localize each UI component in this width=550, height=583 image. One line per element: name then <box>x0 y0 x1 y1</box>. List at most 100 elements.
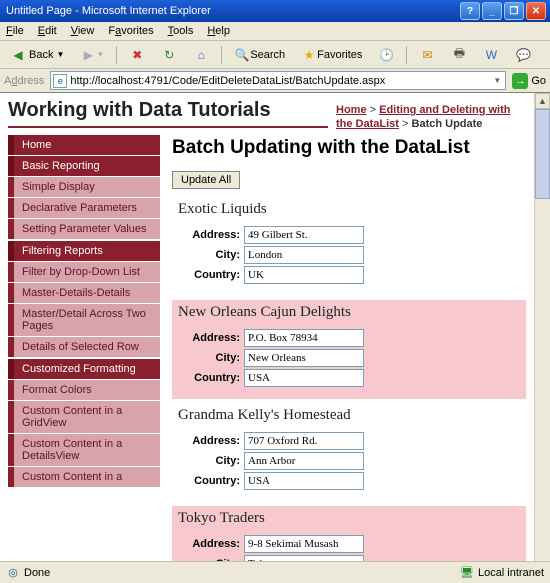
sidebar-item-master-details-details[interactable]: Master-Details-Details <box>8 283 160 303</box>
status-done: Done <box>24 567 50 579</box>
refresh-icon: ↻ <box>161 47 177 63</box>
address-input[interactable] <box>244 535 364 553</box>
refresh-button[interactable]: ↻ <box>155 44 183 66</box>
country-label: Country: <box>178 269 240 281</box>
update-all-button[interactable]: Update All <box>172 171 240 189</box>
sidebar-item-declarative-parameters[interactable]: Declarative Parameters <box>8 198 160 218</box>
record-item: Grandma Kelly's HomesteadAddress:City:Co… <box>172 403 526 502</box>
chevron-down-icon: ▼ <box>96 50 104 59</box>
record-name: New Orleans Cajun Delights <box>178 304 520 321</box>
address-input[interactable] <box>244 226 364 244</box>
help-button[interactable]: ? <box>460 2 480 20</box>
city-input[interactable] <box>244 452 364 470</box>
main-content: Batch Updating with the DataList Update … <box>166 135 526 561</box>
sidebar-item-filter-dropdown[interactable]: Filter by Drop-Down List <box>8 262 160 282</box>
status-bar: ◎ Done 🖥 Local intranet <box>0 561 550 583</box>
separator <box>116 46 117 64</box>
country-input[interactable] <box>244 266 364 284</box>
chevron-down-icon: ▼ <box>56 50 64 59</box>
history-icon: 🕑 <box>378 47 394 63</box>
record-name: Tokyo Traders <box>178 510 520 527</box>
separator <box>221 46 222 64</box>
address-input[interactable] <box>244 329 364 347</box>
breadcrumb: Home > Editing and Deleting with the Dat… <box>336 99 526 131</box>
print-button[interactable]: 🖶 <box>445 44 473 66</box>
address-label: Address: <box>178 229 240 241</box>
scroll-thumb[interactable] <box>535 109 550 199</box>
close-button[interactable]: ✕ <box>526 2 546 20</box>
menu-edit[interactable]: Edit <box>38 25 57 37</box>
print-icon: 🖶 <box>451 47 467 63</box>
forward-button[interactable]: ▶ ▼ <box>74 44 110 66</box>
sidebar-head-customized-formatting[interactable]: Customized Formatting <box>8 359 160 379</box>
address-input[interactable] <box>244 432 364 450</box>
mail-button[interactable]: ✉ <box>413 44 441 66</box>
forward-icon: ▶ <box>80 47 96 63</box>
go-button[interactable]: → Go <box>512 73 546 89</box>
scroll-up-arrow[interactable]: ▲ <box>535 93 550 109</box>
country-label: Country: <box>178 372 240 384</box>
viewport: ▲ Working with Data Tutorials Home > Edi… <box>0 93 550 561</box>
history-button[interactable]: 🕑 <box>372 44 400 66</box>
sidebar-item-home[interactable]: Home <box>8 135 160 155</box>
window-titlebar: Untitled Page - Microsoft Internet Explo… <box>0 0 550 22</box>
sidebar-item-details-selected-row[interactable]: Details of Selected Row <box>8 337 160 357</box>
mail-icon: ✉ <box>419 47 435 63</box>
page-icon: e <box>53 74 67 88</box>
edit-button[interactable]: W <box>477 44 505 66</box>
sidebar-item-custom-detailsview[interactable]: Custom Content in a DetailsView <box>8 434 160 466</box>
address-label: Address <box>4 75 44 87</box>
search-button[interactable]: 🔍 Search <box>228 44 291 66</box>
page-title: Batch Updating with the DataList <box>172 137 526 159</box>
discuss-button[interactable]: 💬 <box>509 44 537 66</box>
menu-favorites[interactable]: Favorites <box>108 25 153 37</box>
record-item: Exotic LiquidsAddress:City:Country: <box>172 197 526 296</box>
record-name: Grandma Kelly's Homestead <box>178 407 520 424</box>
favorites-button[interactable]: ★ Favorites <box>295 44 368 66</box>
sidebar-item-format-colors[interactable]: Format Colors <box>8 380 160 400</box>
record-item: Tokyo TradersAddress:City:Country: <box>172 506 526 561</box>
city-input[interactable] <box>244 246 364 264</box>
search-label: Search <box>250 49 285 61</box>
country-input[interactable] <box>244 369 364 387</box>
back-button[interactable]: ◀ Back ▼ <box>4 44 70 66</box>
crumb-current: Batch Update <box>412 118 483 130</box>
address-label: Address: <box>178 435 240 447</box>
minimize-button[interactable]: _ <box>482 2 502 20</box>
sidebar-item-simple-display[interactable]: Simple Display <box>8 177 160 197</box>
zone-icon: 🖥 <box>460 566 474 580</box>
sidebar-item-custom-partial[interactable]: Custom Content in a <box>8 467 160 487</box>
sidebar-item-master-detail-two-pages[interactable]: Master/Detail Across Two Pages <box>8 304 160 336</box>
country-label: Country: <box>178 475 240 487</box>
stop-button[interactable]: ✖ <box>123 44 151 66</box>
sidebar-item-setting-parameter-values[interactable]: Setting Parameter Values <box>8 219 160 239</box>
chevron-down-icon[interactable]: ▼ <box>491 76 503 85</box>
city-input[interactable] <box>244 349 364 367</box>
sidebar-head-basic-reporting[interactable]: Basic Reporting <box>8 156 160 176</box>
menu-tools[interactable]: Tools <box>168 25 194 37</box>
home-button[interactable]: ⌂ <box>187 44 215 66</box>
sidebar-item-custom-gridview[interactable]: Custom Content in a GridView <box>8 401 160 433</box>
menu-view[interactable]: View <box>71 25 95 37</box>
maximize-button[interactable]: ❐ <box>504 2 524 20</box>
window-title: Untitled Page - Microsoft Internet Explo… <box>4 5 458 17</box>
menu-help[interactable]: Help <box>207 25 230 37</box>
edit-icon: W <box>483 47 499 63</box>
page-banner: Working with Data Tutorials <box>8 99 328 128</box>
page-content: Working with Data Tutorials Home > Editi… <box>0 93 534 561</box>
city-input[interactable] <box>244 555 364 561</box>
city-label: City: <box>178 558 240 561</box>
country-input[interactable] <box>244 472 364 490</box>
address-input-wrap[interactable]: e ▼ <box>50 71 506 90</box>
sidebar-head-filtering-reports[interactable]: Filtering Reports <box>8 241 160 261</box>
star-icon: ★ <box>301 47 317 63</box>
done-icon: ◎ <box>6 566 20 580</box>
scrollbar[interactable]: ▲ <box>534 93 550 561</box>
address-input[interactable] <box>70 75 491 87</box>
city-label: City: <box>178 352 240 364</box>
record-name: Exotic Liquids <box>178 201 520 218</box>
menu-file[interactable]: File <box>6 25 24 37</box>
go-icon: → <box>512 73 528 89</box>
crumb-home[interactable]: Home <box>336 104 367 116</box>
sidebar: Home Basic Reporting Simple Display Decl… <box>8 135 166 561</box>
